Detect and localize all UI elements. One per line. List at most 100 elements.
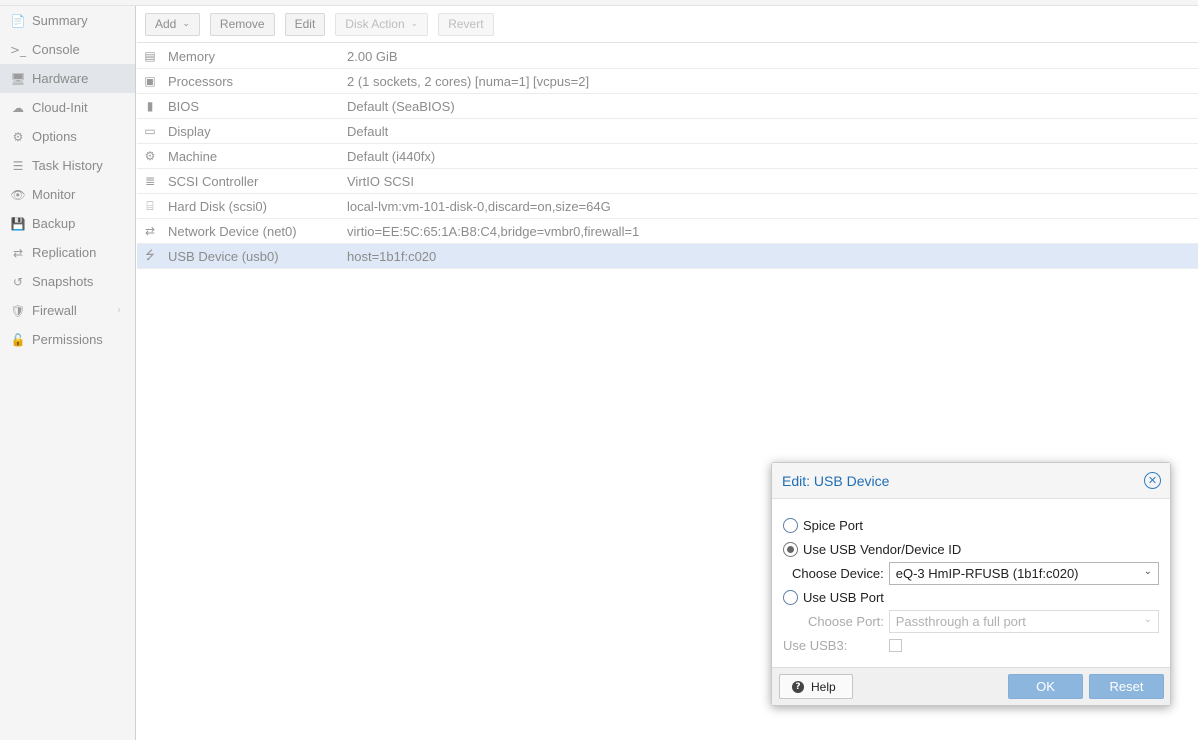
sidebar-item-permissions[interactable]: 🔓 Permissions — [0, 325, 135, 354]
console-icon: >_ — [10, 42, 27, 57]
chevron-down-icon: ⌄ — [410, 19, 419, 29]
use-usb3-field: Use USB3: — [783, 633, 1159, 657]
sidebar-item-label: Task History — [32, 158, 103, 173]
sidebar-item-label: Snapshots — [32, 274, 94, 289]
row-value: VirtIO SCSI — [347, 173, 414, 189]
use-vendor-label: Use USB Vendor/Device ID — [803, 541, 962, 557]
sidebar-item-firewall[interactable]: 🛡 Firewall › — [0, 296, 135, 325]
chevron-down-icon: ⌄ — [1143, 613, 1152, 625]
row-value: Default (SeaBIOS) — [347, 98, 455, 114]
cpu-icon: ▣ — [144, 74, 156, 88]
row-value: Default — [347, 123, 389, 139]
use-usb3-label: Use USB3: — [783, 637, 848, 653]
row-value: Default (i440fx) — [347, 148, 436, 164]
hardware-toolbar: Add ⌄ Remove Edit Disk Action ⌄ Revert — [137, 6, 1198, 43]
sidebar-item-hardware[interactable]: 🖥 Hardware — [0, 64, 135, 93]
add-button[interactable]: Add ⌄ — [145, 12, 200, 36]
sidebar-item-label: Hardware — [32, 71, 89, 86]
shield-icon: 🛡 — [10, 303, 26, 318]
choose-device-select[interactable]: eQ-3 HmIP-RFUSB (1b1f:c020) ⌄ — [888, 561, 1159, 585]
sidebar-item-summary[interactable]: 📄 Summary — [0, 6, 135, 35]
sidebar-item-snapshots[interactable]: ↺ Snapshots — [0, 267, 135, 296]
sidebar-item-label: Options — [32, 129, 77, 144]
table-row[interactable]: ▮ BIOS Default (SeaBIOS) — [137, 94, 1198, 119]
bios-icon: ▮ — [146, 99, 154, 113]
sidebar-item-label: Console — [32, 42, 80, 57]
disk-action-label: Disk Action — [345, 17, 405, 31]
remove-button[interactable]: Remove — [209, 12, 275, 36]
table-row[interactable]: ▭ Display Default — [137, 119, 1198, 144]
row-value: 2 (1 sockets, 2 cores) [numa=1] [vcpus=2… — [347, 73, 590, 89]
choose-device-value: eQ-3 HmIP-RFUSB (1b1f:c020) — [895, 565, 1079, 581]
table-row[interactable]: ⇄ Network Device (net0) virtio=EE:5C:65:… — [137, 219, 1198, 244]
choose-port-label: Choose Port: — [808, 613, 884, 629]
sidebar-item-label: Monitor — [32, 187, 76, 202]
sidebar-item-label: Firewall — [32, 303, 77, 318]
sidebar-item-label: Cloud-Init — [32, 100, 88, 115]
use-vendor-option[interactable]: Use USB Vendor/Device ID — [783, 537, 1159, 561]
table-row[interactable]: ⭍ USB Device (usb0) host=1b1f:c020 — [137, 244, 1198, 269]
dialog-footer: ? Help OK Reset — [772, 667, 1170, 705]
table-row[interactable]: ▤ Memory 2.00 GiB — [137, 44, 1198, 69]
table-row[interactable]: ⚙ Machine Default (i440fx) — [137, 144, 1198, 169]
sidebar-item-label: Summary — [32, 13, 88, 28]
floppy-icon: 💾 — [10, 216, 26, 231]
ok-button[interactable]: OK — [1008, 674, 1083, 699]
use-usb3-checkbox[interactable] — [889, 638, 902, 652]
choose-device-field: Choose Device: eQ-3 HmIP-RFUSB (1b1f:c02… — [783, 561, 1159, 585]
unlock-icon: 🔓 — [10, 332, 26, 347]
dialog-title: Edit: USB Device — [782, 472, 890, 489]
database-icon: ≣ — [144, 174, 156, 188]
question-icon: ? — [792, 680, 804, 693]
table-row[interactable]: ⌸ Hard Disk (scsi0) local-lvm:vm-101-dis… — [137, 194, 1198, 219]
disk-action-button[interactable]: Disk Action ⌄ — [335, 12, 429, 36]
row-name: USB Device (usb0) — [168, 248, 279, 264]
summary-icon: 📄 — [10, 13, 26, 28]
use-port-radio[interactable] — [783, 589, 798, 605]
row-value: local-lvm:vm-101-disk-0,discard=on,size=… — [347, 198, 611, 214]
reset-button[interactable]: Reset — [1089, 674, 1164, 699]
exchange-icon: ⇄ — [144, 224, 156, 238]
sidebar-item-label: Permissions — [32, 332, 103, 347]
sidebar-item-task-history[interactable]: ☰ Task History — [0, 151, 135, 180]
row-value: virtio=EE:5C:65:1A:B8:C4,bridge=vmbr0,fi… — [347, 223, 640, 239]
help-button[interactable]: ? Help — [779, 674, 853, 699]
sidebar-item-replication[interactable]: ⇄ Replication — [0, 238, 135, 267]
row-name: Network Device (net0) — [168, 223, 297, 239]
row-name: Processors — [168, 73, 234, 89]
display-icon: ▭ — [144, 124, 156, 138]
gear-icon: ⚙ — [12, 129, 24, 144]
sidebar-item-options[interactable]: ⚙ Options — [0, 122, 135, 151]
choose-port-select[interactable]: Passthrough a full port ⌄ — [888, 609, 1159, 633]
use-port-option[interactable]: Use USB Port — [783, 585, 1159, 609]
sidebar-item-cloud-init[interactable]: ☁ Cloud-Init — [0, 93, 135, 122]
row-name: Machine — [168, 148, 218, 164]
edit-button[interactable]: Edit — [284, 12, 326, 36]
dialog-body: Spice Port Use USB Vendor/Device ID Choo… — [772, 499, 1170, 657]
row-name: BIOS — [168, 98, 200, 114]
usb-icon: ⭍ — [145, 247, 155, 262]
dialog-header: Edit: USB Device ✕ — [772, 463, 1170, 499]
eye-icon: 👁 — [10, 187, 26, 202]
memory-icon: ▤ — [144, 49, 156, 63]
row-name: Memory — [168, 48, 215, 64]
history-icon: ↺ — [12, 274, 24, 289]
use-port-label: Use USB Port — [803, 589, 884, 605]
sidebar-item-console[interactable]: >_ Console — [0, 35, 135, 64]
table-row[interactable]: ▣ Processors 2 (1 sockets, 2 cores) [num… — [137, 69, 1198, 94]
table-row[interactable]: ≣ SCSI Controller VirtIO SCSI — [137, 169, 1198, 194]
help-label: Help — [811, 679, 836, 694]
close-icon[interactable]: ✕ — [1144, 472, 1161, 489]
hdd-icon: ⌸ — [146, 198, 154, 213]
use-vendor-radio[interactable] — [783, 541, 798, 557]
revert-button[interactable]: Revert — [438, 12, 494, 36]
row-name: Hard Disk (scsi0) — [168, 198, 267, 214]
sidebar-item-monitor[interactable]: 👁 Monitor — [0, 180, 135, 209]
spice-port-radio[interactable] — [783, 517, 798, 533]
sidebar-item-label: Replication — [32, 245, 97, 260]
row-value: host=1b1f:c020 — [347, 248, 437, 264]
spice-port-option[interactable]: Spice Port — [783, 513, 1159, 537]
sidebar-item-backup[interactable]: 💾 Backup — [0, 209, 135, 238]
sidebar: 📄 Summary >_ Console 🖥 Hardware ☁ Cloud-… — [0, 6, 136, 740]
chevron-down-icon: ⌄ — [182, 19, 190, 29]
